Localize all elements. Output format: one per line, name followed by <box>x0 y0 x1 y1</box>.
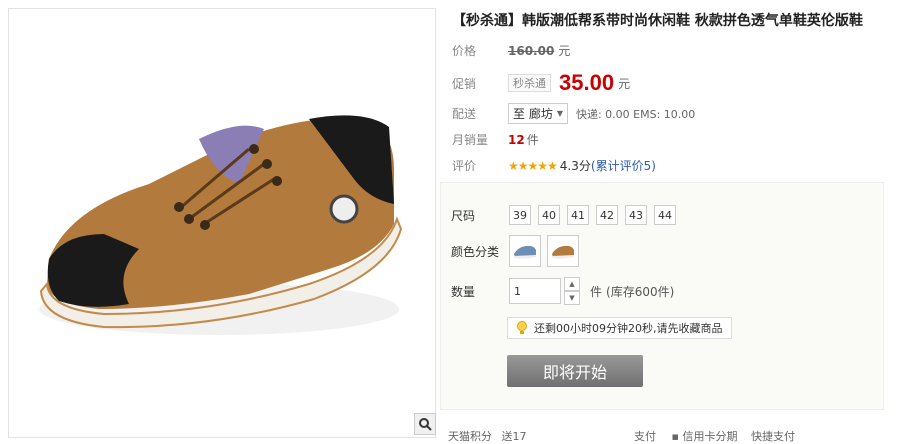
zoom-button[interactable] <box>414 413 436 435</box>
size-row: 尺码 39 40 41 42 43 44 <box>451 205 683 225</box>
price-unit: 元 <box>558 44 571 58</box>
chevron-down-icon: ▼ <box>556 109 563 118</box>
color-row: 颜色分类 <box>451 235 585 267</box>
buy-button[interactable]: 即将开始 <box>507 355 643 387</box>
rating-label: 评价 <box>452 159 477 173</box>
purchase-options-panel: 尺码 39 40 41 42 43 44 颜色分类 数量 1 ▲ ▼ 件 (库存… <box>440 182 884 410</box>
size-option[interactable]: 43 <box>625 205 647 225</box>
qty-label: 数量 <box>451 284 476 299</box>
rating-score: 4.3分 <box>559 159 591 173</box>
shipping-label: 配送 <box>452 107 477 121</box>
shoe-thumbnail-icon <box>514 245 536 259</box>
fast-pay-option[interactable]: 快捷支付 <box>751 430 795 443</box>
quantity-input[interactable]: 1 <box>509 278 561 304</box>
pay-label: 支付 <box>634 430 656 443</box>
bottom-info-row: 天猫积分 送17 支付 ▪ 信用卡分期 快捷支付 <box>448 428 888 444</box>
product-image-panel <box>8 8 436 438</box>
size-option[interactable]: 42 <box>596 205 618 225</box>
reviews-link[interactable]: (累计评价5) <box>591 157 656 174</box>
size-option[interactable]: 40 <box>538 205 560 225</box>
size-label: 尺码 <box>451 208 476 223</box>
lightbulb-icon <box>517 321 527 334</box>
product-title: 【秒杀通】韩版潮低帮系带时尚休闲鞋 秋款拼色透气单鞋英伦版鞋 <box>452 13 863 29</box>
shipping-row: 配送 至 廊坊 ▼ 快递: 0.00 EMS: 10.00 <box>452 103 695 124</box>
chevron-up-icon[interactable]: ▲ <box>564 277 580 291</box>
price-label: 价格 <box>452 44 477 58</box>
countdown-tip: 还剩00小时09分钟20秒,请先收藏商品 <box>507 317 732 339</box>
destination-value: 至 廊坊 <box>513 107 553 121</box>
countdown-text: 还剩00小时09分钟20秒,请先收藏商品 <box>534 322 723 335</box>
quantity-stepper[interactable]: ▲ ▼ <box>564 277 580 305</box>
qty-unit: 件 <box>590 284 603 299</box>
promo-row: 促销 秒杀通 35.00 元 <box>452 70 630 96</box>
countdown-row: 还剩00小时09分钟20秒,请先收藏商品 <box>507 317 732 339</box>
quantity-row: 数量 1 ▲ ▼ 件 (库存600件) <box>451 277 674 305</box>
installment-option[interactable]: 信用卡分期 <box>682 430 737 443</box>
sales-label: 月销量 <box>452 133 489 147</box>
color-option-brown[interactable] <box>547 235 579 267</box>
price-row: 价格 160.00 元 <box>452 42 570 59</box>
color-label: 颜色分类 <box>451 244 500 259</box>
chevron-down-icon[interactable]: ▼ <box>564 291 580 305</box>
stock-text: (库存600件) <box>606 284 675 299</box>
promo-unit: 元 <box>618 76 631 91</box>
size-option[interactable]: 44 <box>654 205 676 225</box>
original-price: 160.00 <box>508 43 555 58</box>
promo-label: 促销 <box>452 76 477 91</box>
sales-value: 12 <box>508 132 525 147</box>
points-value: 送17 <box>501 430 527 443</box>
points-label: 天猫积分 <box>448 430 492 443</box>
shipping-rates: 快递: 0.00 EMS: 10.00 <box>575 107 696 121</box>
shoe-thumbnail-icon <box>552 245 574 259</box>
sales-unit: 件 <box>526 133 539 147</box>
size-option[interactable]: 39 <box>509 205 531 225</box>
rating-row: 评价 ★★★★★ 4.3分 (累计评价5) <box>452 157 656 174</box>
color-option-blue[interactable] <box>509 235 541 267</box>
rating-stars-icon: ★★★★★ <box>508 158 558 173</box>
sales-row: 月销量 12 件 <box>452 131 539 148</box>
destination-select[interactable]: 至 廊坊 ▼ <box>508 103 568 124</box>
credit-card-icon: ▪ <box>671 430 679 443</box>
size-option[interactable]: 41 <box>567 205 589 225</box>
promo-tag: 秒杀通 <box>508 74 551 92</box>
shoe-image <box>39 115 403 335</box>
promo-price: 35.00 <box>559 70 615 95</box>
magnifier-icon <box>419 418 432 431</box>
